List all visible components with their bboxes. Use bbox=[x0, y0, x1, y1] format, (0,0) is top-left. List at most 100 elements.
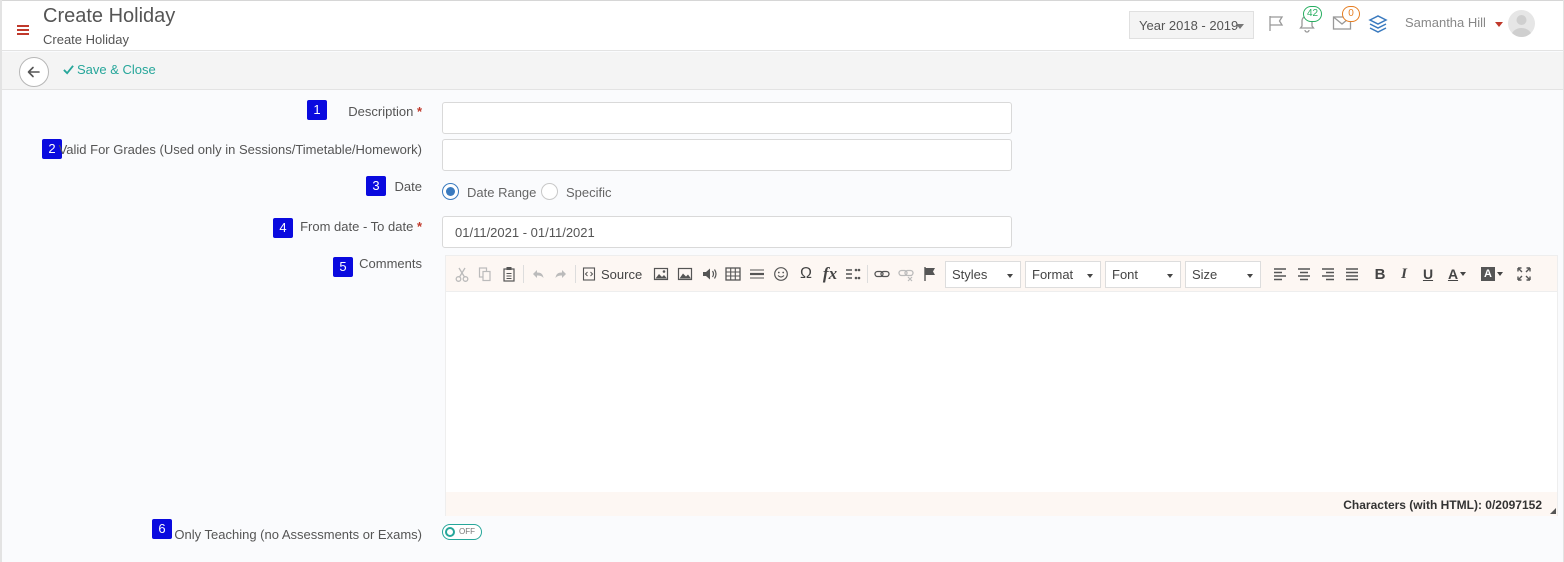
description-label-text: Description bbox=[348, 104, 414, 119]
page-title: Create Holiday bbox=[43, 5, 176, 27]
date-range-field-label: From date - To date * bbox=[300, 219, 422, 234]
flag-icon[interactable] bbox=[1267, 14, 1285, 32]
date-range-field-label-text: From date - To date bbox=[300, 219, 414, 234]
action-bar: Save & Close bbox=[2, 52, 1563, 90]
required-asterisk: * bbox=[416, 104, 422, 119]
format-dropdown[interactable]: Format bbox=[1025, 261, 1101, 288]
only-teaching-toggle[interactable]: OFF bbox=[442, 524, 482, 540]
menu-toggle-icon[interactable] bbox=[17, 25, 31, 35]
year-select[interactable]: Year 2018 - 2019 bbox=[1129, 11, 1254, 39]
specific-radio[interactable] bbox=[541, 183, 558, 200]
editor-content-area[interactable] bbox=[446, 293, 1557, 491]
text-color-label: A bbox=[1447, 266, 1459, 282]
toggle-state-label: OFF bbox=[459, 527, 475, 536]
align-center-icon[interactable] bbox=[1296, 264, 1312, 284]
messages-badge: 0 bbox=[1342, 6, 1360, 22]
special-character-button[interactable]: Ω bbox=[797, 264, 815, 284]
undo-icon[interactable] bbox=[530, 264, 546, 284]
audio-icon[interactable] bbox=[701, 264, 719, 284]
comments-label: Comments bbox=[359, 256, 422, 271]
format-label: Format bbox=[1032, 267, 1074, 282]
date-range-input[interactable]: 01/11/2021 - 01/11/2021 bbox=[442, 216, 1012, 248]
avatar[interactable] bbox=[1508, 10, 1535, 37]
description-input[interactable] bbox=[442, 102, 1012, 134]
date-range-radio[interactable] bbox=[442, 183, 459, 200]
only-teaching-label: Only Teaching (no Assessments or Exams) bbox=[174, 527, 422, 542]
marker-4: 4 bbox=[273, 218, 293, 238]
maximize-icon[interactable] bbox=[1516, 264, 1532, 284]
chevron-down-icon bbox=[1497, 272, 1503, 276]
align-left-icon[interactable] bbox=[1272, 264, 1288, 284]
grades-input[interactable] bbox=[442, 139, 1012, 171]
user-menu-caret-icon[interactable] bbox=[1495, 22, 1503, 27]
smiley-icon[interactable] bbox=[773, 264, 789, 284]
editor-toolbar: Source Ω fx Styles Format Font Size B I … bbox=[446, 256, 1557, 292]
save-close-label: Save & Close bbox=[77, 62, 156, 77]
toolbar-separator bbox=[575, 265, 576, 283]
paste-icon[interactable] bbox=[501, 264, 517, 284]
user-name[interactable]: Samantha Hill bbox=[1405, 15, 1486, 30]
font-dropdown[interactable]: Font bbox=[1105, 261, 1181, 288]
chevron-down-icon bbox=[1087, 274, 1093, 278]
align-right-icon[interactable] bbox=[1320, 264, 1336, 284]
marker-6: 6 bbox=[152, 519, 172, 539]
required-asterisk: * bbox=[416, 219, 422, 234]
check-icon bbox=[63, 65, 74, 75]
user-avatar-icon bbox=[1511, 15, 1532, 37]
chevron-down-icon bbox=[1460, 272, 1467, 276]
specific-label[interactable]: Specific bbox=[566, 185, 612, 200]
marker-1: 1 bbox=[307, 100, 327, 120]
styles-dropdown[interactable]: Styles bbox=[945, 261, 1021, 288]
arrow-left-icon bbox=[27, 66, 40, 78]
redo-icon[interactable] bbox=[553, 264, 569, 284]
description-label: Description * bbox=[348, 104, 422, 119]
chevron-down-icon bbox=[1007, 274, 1013, 278]
align-justify-icon[interactable] bbox=[1344, 264, 1360, 284]
background-color-label: A bbox=[1481, 267, 1495, 281]
editor-footer: Characters (with HTML): 0/2097152 bbox=[446, 492, 1557, 516]
page-breadcrumb: Create Holiday bbox=[43, 32, 129, 47]
source-button[interactable]: Source bbox=[582, 264, 644, 284]
date-range-label[interactable]: Date Range bbox=[467, 185, 536, 200]
marker-5: 5 bbox=[333, 257, 353, 277]
text-color-button[interactable]: A bbox=[1444, 264, 1470, 284]
placeholder-list-icon[interactable] bbox=[844, 264, 862, 284]
cut-icon[interactable] bbox=[454, 264, 470, 284]
link-icon[interactable] bbox=[873, 264, 891, 284]
chevron-down-icon bbox=[1247, 274, 1253, 278]
table-icon[interactable] bbox=[725, 264, 741, 284]
resize-handle-icon[interactable] bbox=[1550, 508, 1556, 514]
source-icon bbox=[582, 267, 596, 281]
background-color-button[interactable]: A bbox=[1479, 264, 1505, 284]
underline-button[interactable]: U bbox=[1420, 264, 1436, 284]
layers-icon[interactable] bbox=[1368, 12, 1388, 34]
character-count: Characters (with HTML): 0/2097152 bbox=[1343, 498, 1542, 512]
toolbar-separator bbox=[867, 265, 868, 283]
horizontal-line-icon[interactable] bbox=[749, 264, 765, 284]
anchor-flag-icon[interactable] bbox=[922, 264, 938, 284]
styles-label: Styles bbox=[952, 267, 988, 282]
bold-button[interactable]: B bbox=[1372, 264, 1388, 284]
font-label: Font bbox=[1112, 267, 1139, 282]
comments-editor: Source Ω fx Styles Format Font Size B I … bbox=[445, 255, 1558, 516]
save-close-button[interactable]: Save & Close bbox=[63, 62, 156, 77]
source-label: Source bbox=[601, 266, 643, 282]
image-icon[interactable] bbox=[653, 264, 669, 284]
top-header: Create Holiday Create Holiday Year 2018 … bbox=[2, 1, 1563, 51]
size-dropdown[interactable]: Size bbox=[1185, 261, 1261, 288]
year-select-value: Year 2018 - 2019 bbox=[1139, 18, 1239, 33]
unlink-icon[interactable] bbox=[897, 264, 915, 284]
italic-button[interactable]: I bbox=[1396, 264, 1412, 284]
copy-icon[interactable] bbox=[477, 264, 493, 284]
chevron-down-icon bbox=[1236, 24, 1244, 29]
chevron-down-icon bbox=[1167, 274, 1173, 278]
marker-3: 3 bbox=[366, 176, 386, 196]
notifications-badge: 42 bbox=[1303, 6, 1323, 22]
size-label: Size bbox=[1192, 267, 1218, 282]
formula-button[interactable]: fx bbox=[820, 264, 840, 284]
date-label: Date bbox=[394, 179, 422, 194]
image2-icon[interactable] bbox=[677, 264, 693, 284]
back-button[interactable] bbox=[19, 57, 49, 87]
toggle-knob bbox=[445, 527, 455, 537]
grades-label: Valid For Grades (Used only in Sessions/… bbox=[58, 142, 422, 157]
